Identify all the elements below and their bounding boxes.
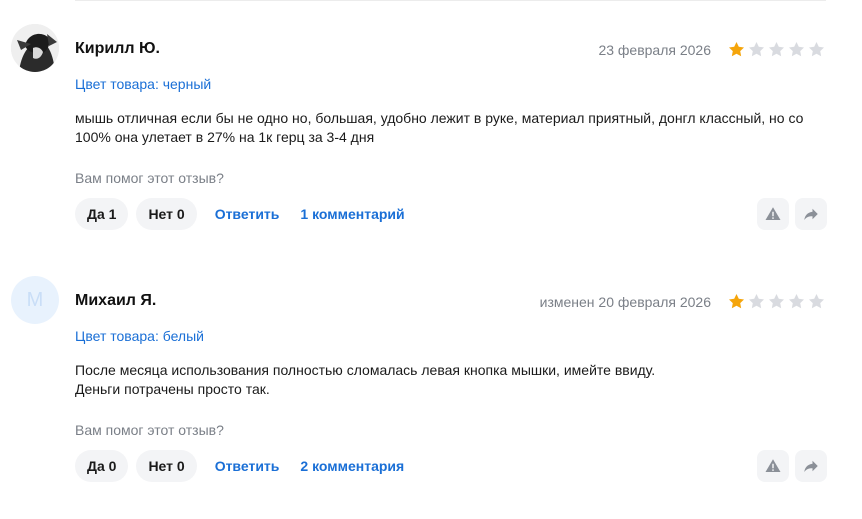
review-actions: Да 0 Нет 0 Ответить 2 комментария [75, 450, 415, 482]
report-button[interactable] [757, 198, 789, 230]
review-card: М Михаил Я. изменен 20 февраля 2026 Цвет… [0, 252, 862, 519]
star-icon [768, 293, 785, 309]
review-date: 23 февраля 2026 [598, 42, 711, 58]
review-text: После месяца использования полностью сло… [75, 361, 835, 399]
vote-no-button[interactable]: Нет 0 [136, 198, 197, 230]
review-author: Михаил Я. [75, 292, 157, 309]
avatar[interactable] [11, 24, 59, 72]
product-variant: Цвет товара: белый [75, 328, 204, 344]
share-button[interactable] [795, 450, 827, 482]
star-icon [768, 41, 785, 57]
avatar-letter: М [26, 288, 44, 311]
helpful-question: Вам помог этот отзыв? [75, 422, 224, 438]
star-icon [748, 293, 765, 309]
warning-icon [765, 459, 781, 472]
star-icon [748, 41, 765, 57]
share-arrow-icon [804, 208, 818, 220]
warning-icon [765, 207, 781, 220]
review-text-line: После месяца использования полностью сло… [75, 362, 656, 378]
star-icon [728, 41, 745, 57]
star-icon [808, 293, 825, 309]
share-arrow-icon [804, 460, 818, 472]
report-button[interactable] [757, 450, 789, 482]
reply-link[interactable]: Ответить [215, 206, 280, 222]
review-actions: Да 1 Нет 0 Ответить 1 комментарий [75, 198, 416, 230]
helpful-question: Вам помог этот отзыв? [75, 170, 224, 186]
comments-link[interactable]: 1 комментарий [300, 206, 404, 222]
rating-stars [727, 292, 826, 311]
product-variant: Цвет товара: черный [75, 76, 212, 92]
vote-yes-button[interactable]: Да 1 [75, 198, 129, 230]
share-button[interactable] [795, 198, 827, 230]
review-text-line: мышь отличная если бы не одно но, больша… [75, 110, 804, 126]
star-icon [808, 41, 825, 57]
avatar[interactable]: М [11, 276, 59, 324]
review-author: Кирилл Ю. [75, 40, 160, 57]
reply-link[interactable]: Ответить [215, 458, 280, 474]
star-icon [788, 41, 805, 57]
star-icon [728, 293, 745, 309]
review-card: Кирилл Ю. 23 февраля 2026 Цвет товара: ч… [0, 0, 862, 250]
star-icon [788, 293, 805, 309]
review-date: изменен 20 февраля 2026 [539, 294, 711, 310]
rating-stars [727, 40, 826, 59]
vote-yes-button[interactable]: Да 0 [75, 450, 129, 482]
vote-no-button[interactable]: Нет 0 [136, 450, 197, 482]
review-text-line: 100% она улетает в 27% на 1к герц за 3-4… [75, 129, 375, 145]
comments-link[interactable]: 2 комментария [300, 458, 404, 474]
review-text-line: Деньги потрачены просто так. [75, 381, 270, 397]
review-text: мышь отличная если бы не одно но, больша… [75, 109, 835, 147]
